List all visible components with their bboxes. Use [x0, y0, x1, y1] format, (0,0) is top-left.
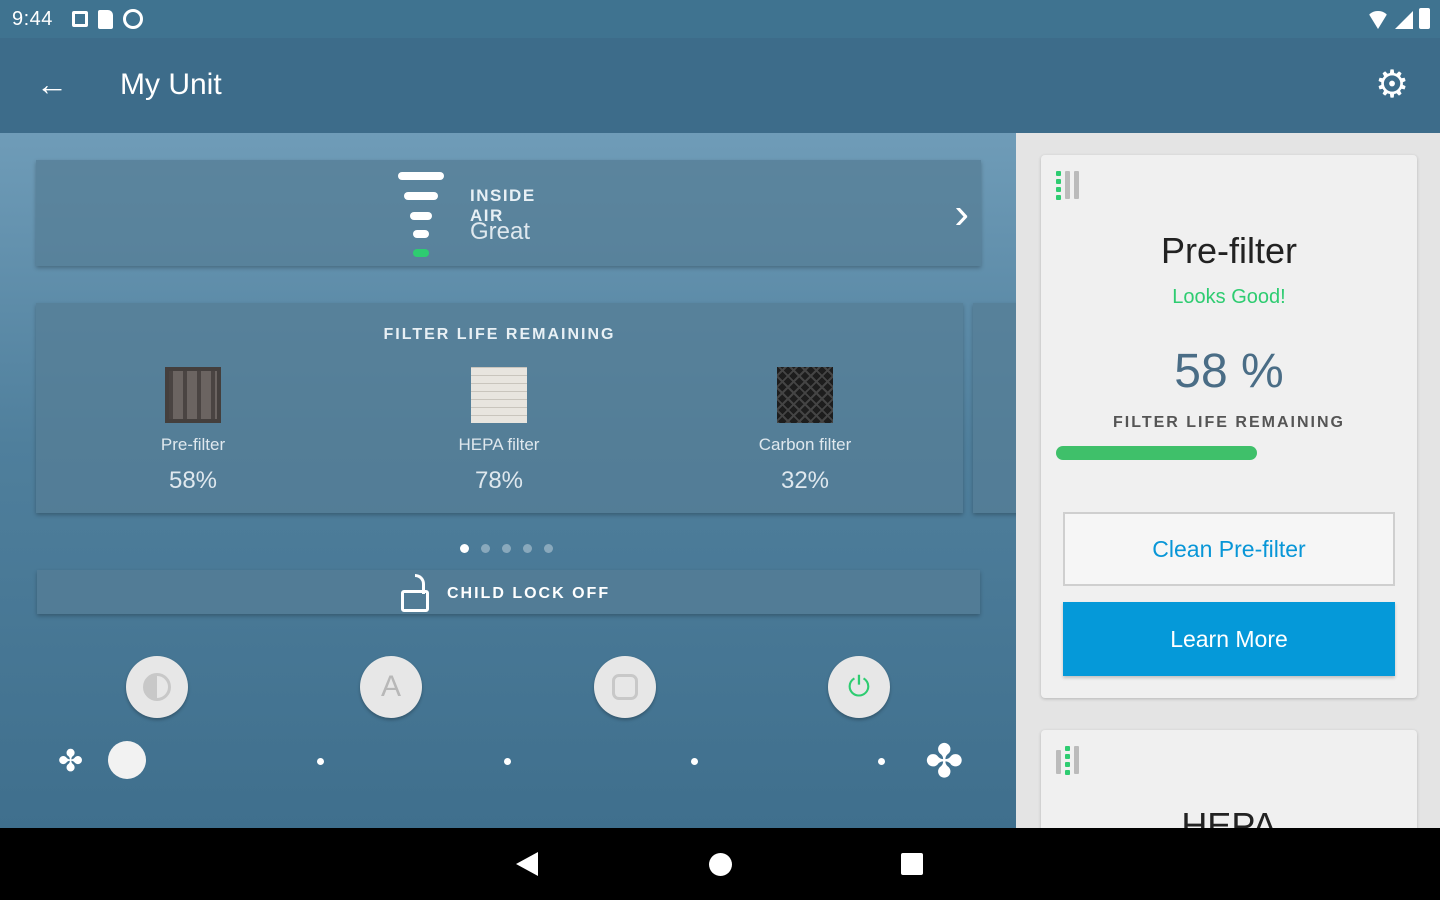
- air-quality-icon: [398, 172, 448, 262]
- auto-mode-icon: A: [380, 670, 401, 703]
- nav-home-icon[interactable]: [709, 853, 732, 876]
- filter-percent: 32%: [780, 467, 830, 494]
- child-lock-toggle[interactable]: CHILD LOCK OFF: [37, 570, 980, 614]
- status-icons-left: [72, 9, 143, 29]
- card-percent-label: FILTER LIFE REMAINING: [1113, 414, 1345, 431]
- filter-detail-panel: Pre-filter Looks Good! 58 % FILTER LIFE …: [1016, 133, 1440, 828]
- fan-speed-slider[interactable]: [108, 741, 908, 781]
- system-nav-bar: [0, 828, 1440, 900]
- timer-mode-icon: [612, 674, 638, 700]
- unlock-icon: [401, 574, 429, 612]
- speed-step-dot[interactable]: [878, 758, 885, 765]
- speed-step-dot[interactable]: [317, 758, 324, 765]
- next-card-peek[interactable]: [973, 303, 1016, 513]
- carbon-filter-image: [777, 367, 833, 423]
- sd-card-icon: [98, 9, 113, 29]
- page-dot[interactable]: [481, 544, 490, 553]
- gear-icon[interactable]: ⚙: [1372, 66, 1412, 106]
- fan-low-icon: ✤: [58, 745, 84, 778]
- inside-air-card[interactable]: INSIDE AIR Great ›: [36, 160, 981, 266]
- power-icon: ⏻: [847, 670, 871, 702]
- status-bar: 9:44: [0, 0, 1440, 38]
- night-mode-icon: [143, 673, 171, 701]
- speed-step-dot[interactable]: [504, 758, 511, 765]
- filter-life-title: FILTER LIFE REMAINING: [383, 326, 616, 343]
- unit-controls-panel: INSIDE AIR Great › FILTER LIFE REMAINING…: [0, 133, 1016, 828]
- app-bar: ← My Unit ⚙: [0, 38, 1440, 133]
- page-indicator: [460, 544, 553, 553]
- card-title: Pre-filter: [1160, 230, 1298, 271]
- night-mode-button[interactable]: [126, 656, 188, 718]
- fan-high-icon: ✤: [925, 735, 964, 787]
- filter-life-progress-fill: [1056, 446, 1257, 460]
- filter-name: Carbon filter: [758, 435, 852, 454]
- fan-speed-thumb[interactable]: [108, 741, 146, 779]
- nav-recents-icon[interactable]: [901, 853, 923, 875]
- page-title: My Unit: [120, 68, 222, 101]
- page-dot[interactable]: [502, 544, 511, 553]
- filter-name: Pre-filter: [160, 435, 226, 454]
- card-title: HEPA: [1181, 805, 1277, 828]
- auto-mode-button[interactable]: A: [360, 656, 422, 718]
- filter-item-hepa[interactable]: HEPA filter 78%: [399, 367, 599, 495]
- filter-percent: 58%: [168, 467, 218, 494]
- filter-life-card[interactable]: FILTER LIFE REMAINING Pre-filter 58% HEP…: [36, 303, 963, 513]
- inside-air-value: Great: [470, 218, 531, 245]
- child-lock-label: CHILD LOCK OFF: [447, 585, 611, 602]
- filter-life-progress: [1056, 446, 1402, 460]
- page-dot[interactable]: [544, 544, 553, 553]
- card-percent: 58 %: [1174, 345, 1284, 398]
- power-button[interactable]: ⏻: [828, 656, 890, 718]
- filter-level-icon: [1056, 171, 1086, 201]
- timer-mode-button[interactable]: [594, 656, 656, 718]
- chevron-right-icon: ›: [954, 189, 969, 238]
- hepa-filter-image: [471, 367, 527, 423]
- hepa-detail-card: HEPA: [1041, 730, 1417, 828]
- speed-step-dot[interactable]: [691, 758, 698, 765]
- prefilter-image: [165, 367, 221, 423]
- nav-back-icon[interactable]: [516, 852, 538, 876]
- sync-icon: [123, 9, 143, 29]
- filter-item-carbon[interactable]: Carbon filter 32%: [705, 367, 905, 495]
- prefilter-detail-card: Pre-filter Looks Good! 58 % FILTER LIFE …: [1041, 155, 1417, 698]
- learn-more-button[interactable]: Learn More: [1063, 602, 1395, 676]
- filter-item-prefilter[interactable]: Pre-filter 58%: [93, 367, 293, 495]
- wifi-icon: [1367, 11, 1389, 29]
- filter-percent: 78%: [474, 467, 524, 494]
- clean-prefilter-button[interactable]: Clean Pre-filter: [1063, 512, 1395, 586]
- back-arrow-icon[interactable]: ←: [36, 68, 72, 104]
- filter-level-icon: [1056, 746, 1086, 776]
- signal-icon: [1395, 11, 1413, 29]
- page-dot[interactable]: [523, 544, 532, 553]
- status-time: 9:44: [12, 8, 53, 30]
- notification-a-icon: [72, 11, 88, 27]
- filter-name: HEPA filter: [458, 435, 540, 454]
- battery-icon: [1419, 8, 1430, 29]
- page-dot-active[interactable]: [460, 544, 469, 553]
- card-status: Looks Good!: [1172, 286, 1286, 308]
- status-icons-right: [1367, 8, 1430, 29]
